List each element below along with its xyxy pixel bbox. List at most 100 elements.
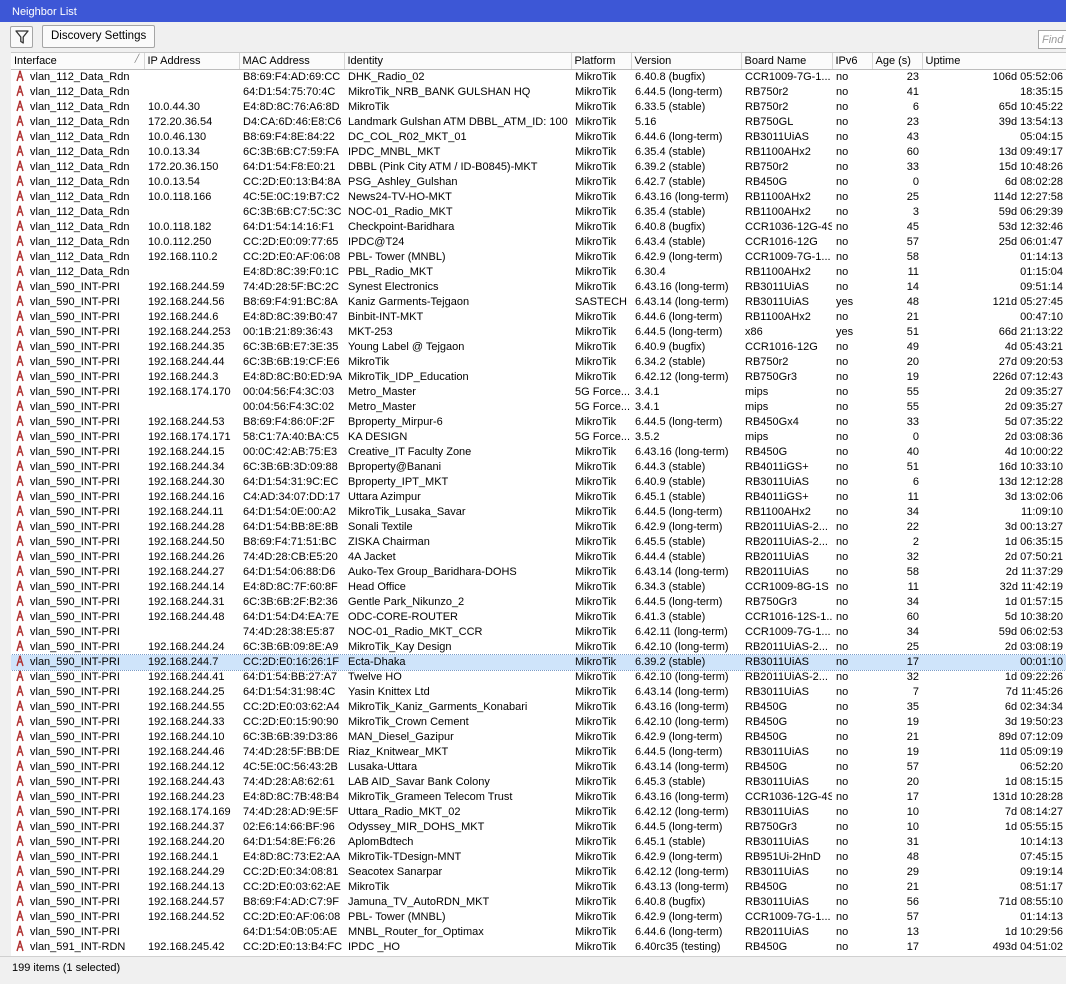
- table-row[interactable]: vlan_112_Data_Rdn 10.0.46.130 B8:69:F4:8E:…: [11, 130, 1066, 145]
- cell-identity: Uttara Azimpur: [348, 490, 421, 503]
- cell-version: 6.42.9 (long-term): [635, 910, 723, 923]
- table-cell: 34: [872, 625, 922, 640]
- cell-board-name: RB2011UiAS-2...: [745, 640, 828, 653]
- table-row[interactable]: vlan_590_INT-PRI 192.168.244.7 CC:2D:E0:16…: [11, 653, 1066, 671]
- table-row[interactable]: vlan_590_INT-PRI 192.168.244.41 64:D1:54:B…: [11, 670, 1066, 685]
- table-cell: 40: [872, 445, 922, 460]
- cell-version: 6.39.2 (stable): [635, 160, 706, 173]
- table-row[interactable]: vlan_590_INT-PRI 192.168.244.12 4C:5E:0C:5…: [11, 760, 1066, 775]
- table-cell: 6.42.12 (long-term): [631, 865, 741, 880]
- table-row[interactable]: vlan_112_Data_Rdn 10.0.118.182 64:D1:54:14…: [11, 220, 1066, 235]
- column-header-mac-address[interactable]: MAC Address: [239, 53, 345, 70]
- table-row[interactable]: vlan_590_INT-PRI 00:04:56:F4:3C:02 Metro_M…: [11, 400, 1066, 415]
- cell-uptime: 59d 06:29:39: [998, 205, 1063, 218]
- table-row[interactable]: vlan_112_Data_Rdn 10.0.13.54 CC:2D:E0:13:B…: [11, 175, 1066, 190]
- table-row[interactable]: vlan_590_INT-PRI 192.168.244.16 C4:AD:34:0…: [11, 490, 1066, 505]
- cell-mac-address: CC:2D:E0:09:77:65: [243, 235, 339, 248]
- table-row[interactable]: vlan_590_INT-PRI 192.168.244.44 6C:3B:6B:1…: [11, 355, 1066, 370]
- table-cell: 6.43.13 (long-term): [631, 880, 741, 895]
- table-row[interactable]: vlan_590_INT-PRI 192.168.244.56 B8:69:F4:9…: [11, 295, 1066, 310]
- table-row[interactable]: vlan_590_INT-PRI 192.168.244.25 64:D1:54:3…: [11, 685, 1066, 700]
- table-row[interactable]: vlan_590_INT-PRI 192.168.244.57 B8:69:F4:A…: [11, 895, 1066, 910]
- table-row[interactable]: vlan_590_INT-PRI 192.168.244.15 00:0C:42:A…: [11, 445, 1066, 460]
- table-cell: 6.44.5 (long-term): [631, 820, 741, 835]
- table-row[interactable]: vlan_590_INT-PRI 192.168.244.26 74:4D:28:C…: [11, 550, 1066, 565]
- table-row[interactable]: vlan_112_Data_Rdn 172.20.36.54 D4:CA:6D:46…: [11, 115, 1066, 130]
- cell-uptime: 2d 07:50:21: [1004, 550, 1063, 563]
- cell-identity: Sonali Textile: [348, 520, 413, 533]
- table-row[interactable]: vlan_112_Data_Rdn 6C:3B:6B:C7:5C:3C NOC-01…: [11, 205, 1066, 220]
- table-row[interactable]: vlan_590_INT-PRI 192.168.244.53 B8:69:F4:8…: [11, 415, 1066, 430]
- cell-ipv6: no: [836, 670, 849, 683]
- cell-interface: vlan_590_INT-PRI: [30, 625, 120, 638]
- cell-interface: vlan_590_INT-PRI: [30, 820, 120, 833]
- table-row[interactable]: vlan_590_INT-PRI 192.168.244.46 74:4D:28:5…: [11, 745, 1066, 760]
- column-header-board-name[interactable]: Board Name: [741, 53, 833, 70]
- column-header-ipv6[interactable]: IPv6: [832, 53, 873, 70]
- table-row[interactable]: vlan_112_Data_Rdn 172.20.36.150 64:D1:54:F…: [11, 160, 1066, 175]
- table-row[interactable]: vlan_590_INT-PRI 192.168.244.31 6C:3B:6B:2…: [11, 595, 1066, 610]
- table-row[interactable]: vlan_590_INT-PRI 192.168.244.30 64:D1:54:3…: [11, 475, 1066, 490]
- table-row[interactable]: vlan_112_Data_Rdn 10.0.112.250 CC:2D:E0:09…: [11, 235, 1066, 250]
- cell-mac-address: 6C:3B:6B:C7:59:FA: [243, 145, 339, 158]
- table-row[interactable]: vlan_590_INT-PRI 192.168.244.20 64:D1:54:8…: [11, 835, 1066, 850]
- table-row[interactable]: vlan_590_INT-PRI 192.168.244.55 CC:2D:E0:0…: [11, 700, 1066, 715]
- table-row[interactable]: vlan_112_Data_Rdn B8:69:F4:AD:69:CC DHK_Ra…: [11, 69, 1066, 85]
- table-cell: 09:19:14: [922, 865, 1066, 880]
- table-row[interactable]: vlan_590_INT-PRI 192.168.244.3 E4:8D:8C:B0…: [11, 370, 1066, 385]
- table-row[interactable]: vlan_112_Data_Rdn 10.0.118.166 4C:5E:0C:19…: [11, 190, 1066, 205]
- table-row[interactable]: vlan_590_INT-PRI 192.168.244.52 CC:2D:E0:A…: [11, 910, 1066, 925]
- table-row[interactable]: vlan_590_INT-PRI 192.168.244.14 E4:8D:8C:7…: [11, 580, 1066, 595]
- cell-ipv6: no: [836, 715, 849, 728]
- table-cell: Young Label @ Tejgaon: [344, 340, 571, 355]
- table-row[interactable]: vlan_590_INT-PRI 192.168.244.48 64:D1:54:D…: [11, 610, 1066, 625]
- table-row[interactable]: vlan_590_INT-PRI 192.168.244.10 6C:3B:6B:3…: [11, 730, 1066, 745]
- column-header-version[interactable]: Version: [631, 53, 742, 70]
- table-row[interactable]: vlan_112_Data_Rdn 64:D1:54:75:70:4C MikroT…: [11, 85, 1066, 100]
- table-row[interactable]: vlan_590_INT-PRI 192.168.244.35 6C:3B:6B:E…: [11, 340, 1066, 355]
- column-header-interface[interactable]: Interface ╱: [11, 53, 145, 70]
- column-header-ip-address[interactable]: IP Address: [144, 53, 240, 70]
- table-row[interactable]: vlan_591_INT-RDN 192.168.245.42 CC:2D:E0:1…: [11, 940, 1066, 955]
- column-header-age-s[interactable]: Age (s): [872, 53, 923, 70]
- table-row[interactable]: vlan_590_INT-PRI 192.168.174.169 74:4D:28:…: [11, 805, 1066, 820]
- filter-button[interactable]: [10, 26, 33, 48]
- column-header-platform[interactable]: Platform: [571, 53, 632, 70]
- cell-version: 6.34.3 (stable): [635, 580, 706, 593]
- table-row[interactable]: vlan_590_INT-PRI 192.168.174.171 58:C1:7A:…: [11, 430, 1066, 445]
- table-row[interactable]: vlan_590_INT-PRI 192.168.244.24 6C:3B:6B:0…: [11, 640, 1066, 655]
- discovery-settings-button[interactable]: Discovery Settings: [42, 25, 156, 48]
- table-row[interactable]: vlan_590_INT-PRI 192.168.244.59 74:4D:28:5…: [11, 280, 1066, 295]
- column-header-uptime[interactable]: Uptime: [922, 53, 1066, 70]
- table-row[interactable]: vlan_590_INT-PRI 192.168.244.1 E4:8D:8C:73…: [11, 850, 1066, 865]
- table-cell: 192.168.244.52: [144, 910, 239, 925]
- table-row[interactable]: vlan_590_INT-PRI 74:4D:28:38:E5:87 NOC-01_…: [11, 625, 1066, 640]
- table-row[interactable]: vlan_590_INT-PRI 192.168.244.11 64:D1:54:0…: [11, 505, 1066, 520]
- table-row[interactable]: vlan_590_INT-PRI 192.168.244.43 74:4D:28:A…: [11, 775, 1066, 790]
- table-row[interactable]: vlan_590_INT-PRI 192.168.244.253 00:1B:21:…: [11, 325, 1066, 340]
- table-row[interactable]: vlan_590_INT-PRI 192.168.244.27 64:D1:54:0…: [11, 565, 1066, 580]
- table-row[interactable]: vlan_590_INT-PRI 192.168.244.28 64:D1:54:B…: [11, 520, 1066, 535]
- table-row[interactable]: vlan_590_INT-PRI 192.168.244.6 E4:8D:8C:39…: [11, 310, 1066, 325]
- table-row[interactable]: vlan_590_INT-PRI 192.168.244.13 CC:2D:E0:0…: [11, 880, 1066, 895]
- table-cell: RB3011UiAS: [741, 835, 832, 850]
- table-row[interactable]: vlan_590_INT-PRI 192.168.244.23 E4:8D:8C:7…: [11, 790, 1066, 805]
- table-cell: 64:D1:54:31:9C:EC: [239, 475, 344, 490]
- table-row[interactable]: vlan_112_Data_Rdn 10.0.13.34 6C:3B:6B:C7:5…: [11, 145, 1066, 160]
- table-row[interactable]: vlan_112_Data_Rdn 10.0.44.30 E4:8D:8C:76:A…: [11, 100, 1066, 115]
- table-cell: Bproperty@Banani: [344, 460, 571, 475]
- table-row[interactable]: vlan_590_INT-PRI 192.168.244.29 CC:2D:E0:3…: [11, 865, 1066, 880]
- column-header-identity[interactable]: Identity: [344, 53, 572, 70]
- table-row[interactable]: vlan_590_INT-PRI 64:D1:54:0B:05:AE MNBL_Ro…: [11, 925, 1066, 940]
- table-cell: vlan_590_INT-PRI: [11, 700, 144, 715]
- table-row[interactable]: vlan_590_INT-PRI 192.168.174.170 00:04:56:…: [11, 385, 1066, 400]
- table-cell: 106d 05:52:06: [922, 69, 1066, 85]
- table-row[interactable]: vlan_590_INT-PRI 192.168.244.33 CC:2D:E0:1…: [11, 715, 1066, 730]
- find-input[interactable]: [1038, 30, 1066, 49]
- table-row[interactable]: vlan_590_INT-PRI 192.168.244.37 02:E6:14:6…: [11, 820, 1066, 835]
- table-row[interactable]: vlan_112_Data_Rdn 192.168.110.2 CC:2D:E0:A…: [11, 250, 1066, 265]
- table-row[interactable]: vlan_590_INT-PRI 192.168.244.50 B8:69:F4:7…: [11, 535, 1066, 550]
- table-row[interactable]: vlan_112_Data_Rdn E4:8D:8C:39:F0:1C PBL_Ra…: [11, 265, 1066, 280]
- table-cell: 57: [872, 760, 922, 775]
- table-row[interactable]: vlan_590_INT-PRI 192.168.244.34 6C:3B:6B:3…: [11, 460, 1066, 475]
